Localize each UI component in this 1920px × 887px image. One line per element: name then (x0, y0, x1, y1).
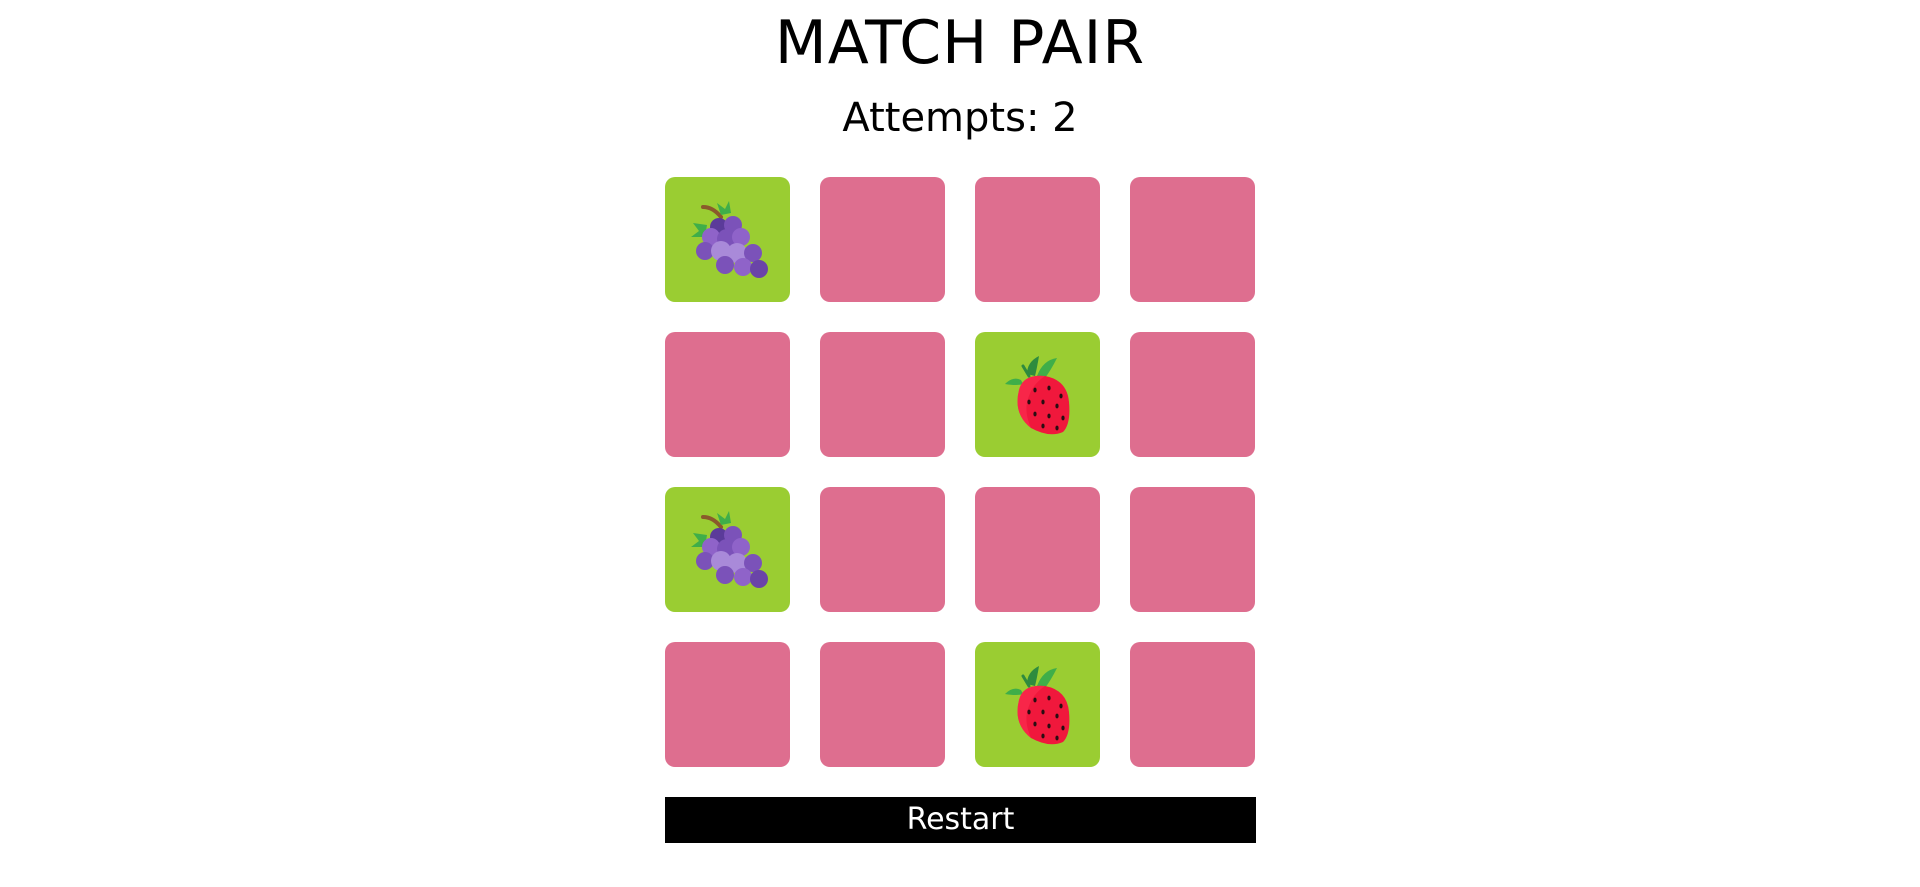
memory-card[interactable] (820, 177, 945, 302)
memory-card[interactable] (1130, 332, 1255, 457)
memory-card-revealed[interactable] (975, 642, 1100, 767)
memory-card[interactable] (820, 642, 945, 767)
memory-card[interactable] (665, 642, 790, 767)
memory-card-revealed[interactable] (665, 487, 790, 612)
memory-card[interactable] (665, 332, 790, 457)
memory-card[interactable] (1130, 177, 1255, 302)
memory-card[interactable] (820, 487, 945, 612)
memory-card-revealed[interactable] (975, 332, 1100, 457)
memory-card[interactable] (975, 487, 1100, 612)
game-title: MATCH PAIR (774, 8, 1146, 78)
memory-card[interactable] (975, 177, 1100, 302)
attempts-counter: Attempts: 2 (842, 95, 1078, 141)
grapes-icon (690, 510, 768, 588)
strawberry-icon (1004, 665, 1069, 744)
memory-card[interactable] (820, 332, 945, 457)
strawberry-icon (1004, 355, 1069, 434)
memory-card[interactable] (1130, 642, 1255, 767)
card-grid (665, 177, 1256, 767)
memory-card-revealed[interactable] (665, 177, 790, 302)
memory-card[interactable] (1130, 487, 1255, 612)
grapes-icon (690, 200, 768, 278)
restart-button[interactable]: Restart (665, 797, 1256, 843)
